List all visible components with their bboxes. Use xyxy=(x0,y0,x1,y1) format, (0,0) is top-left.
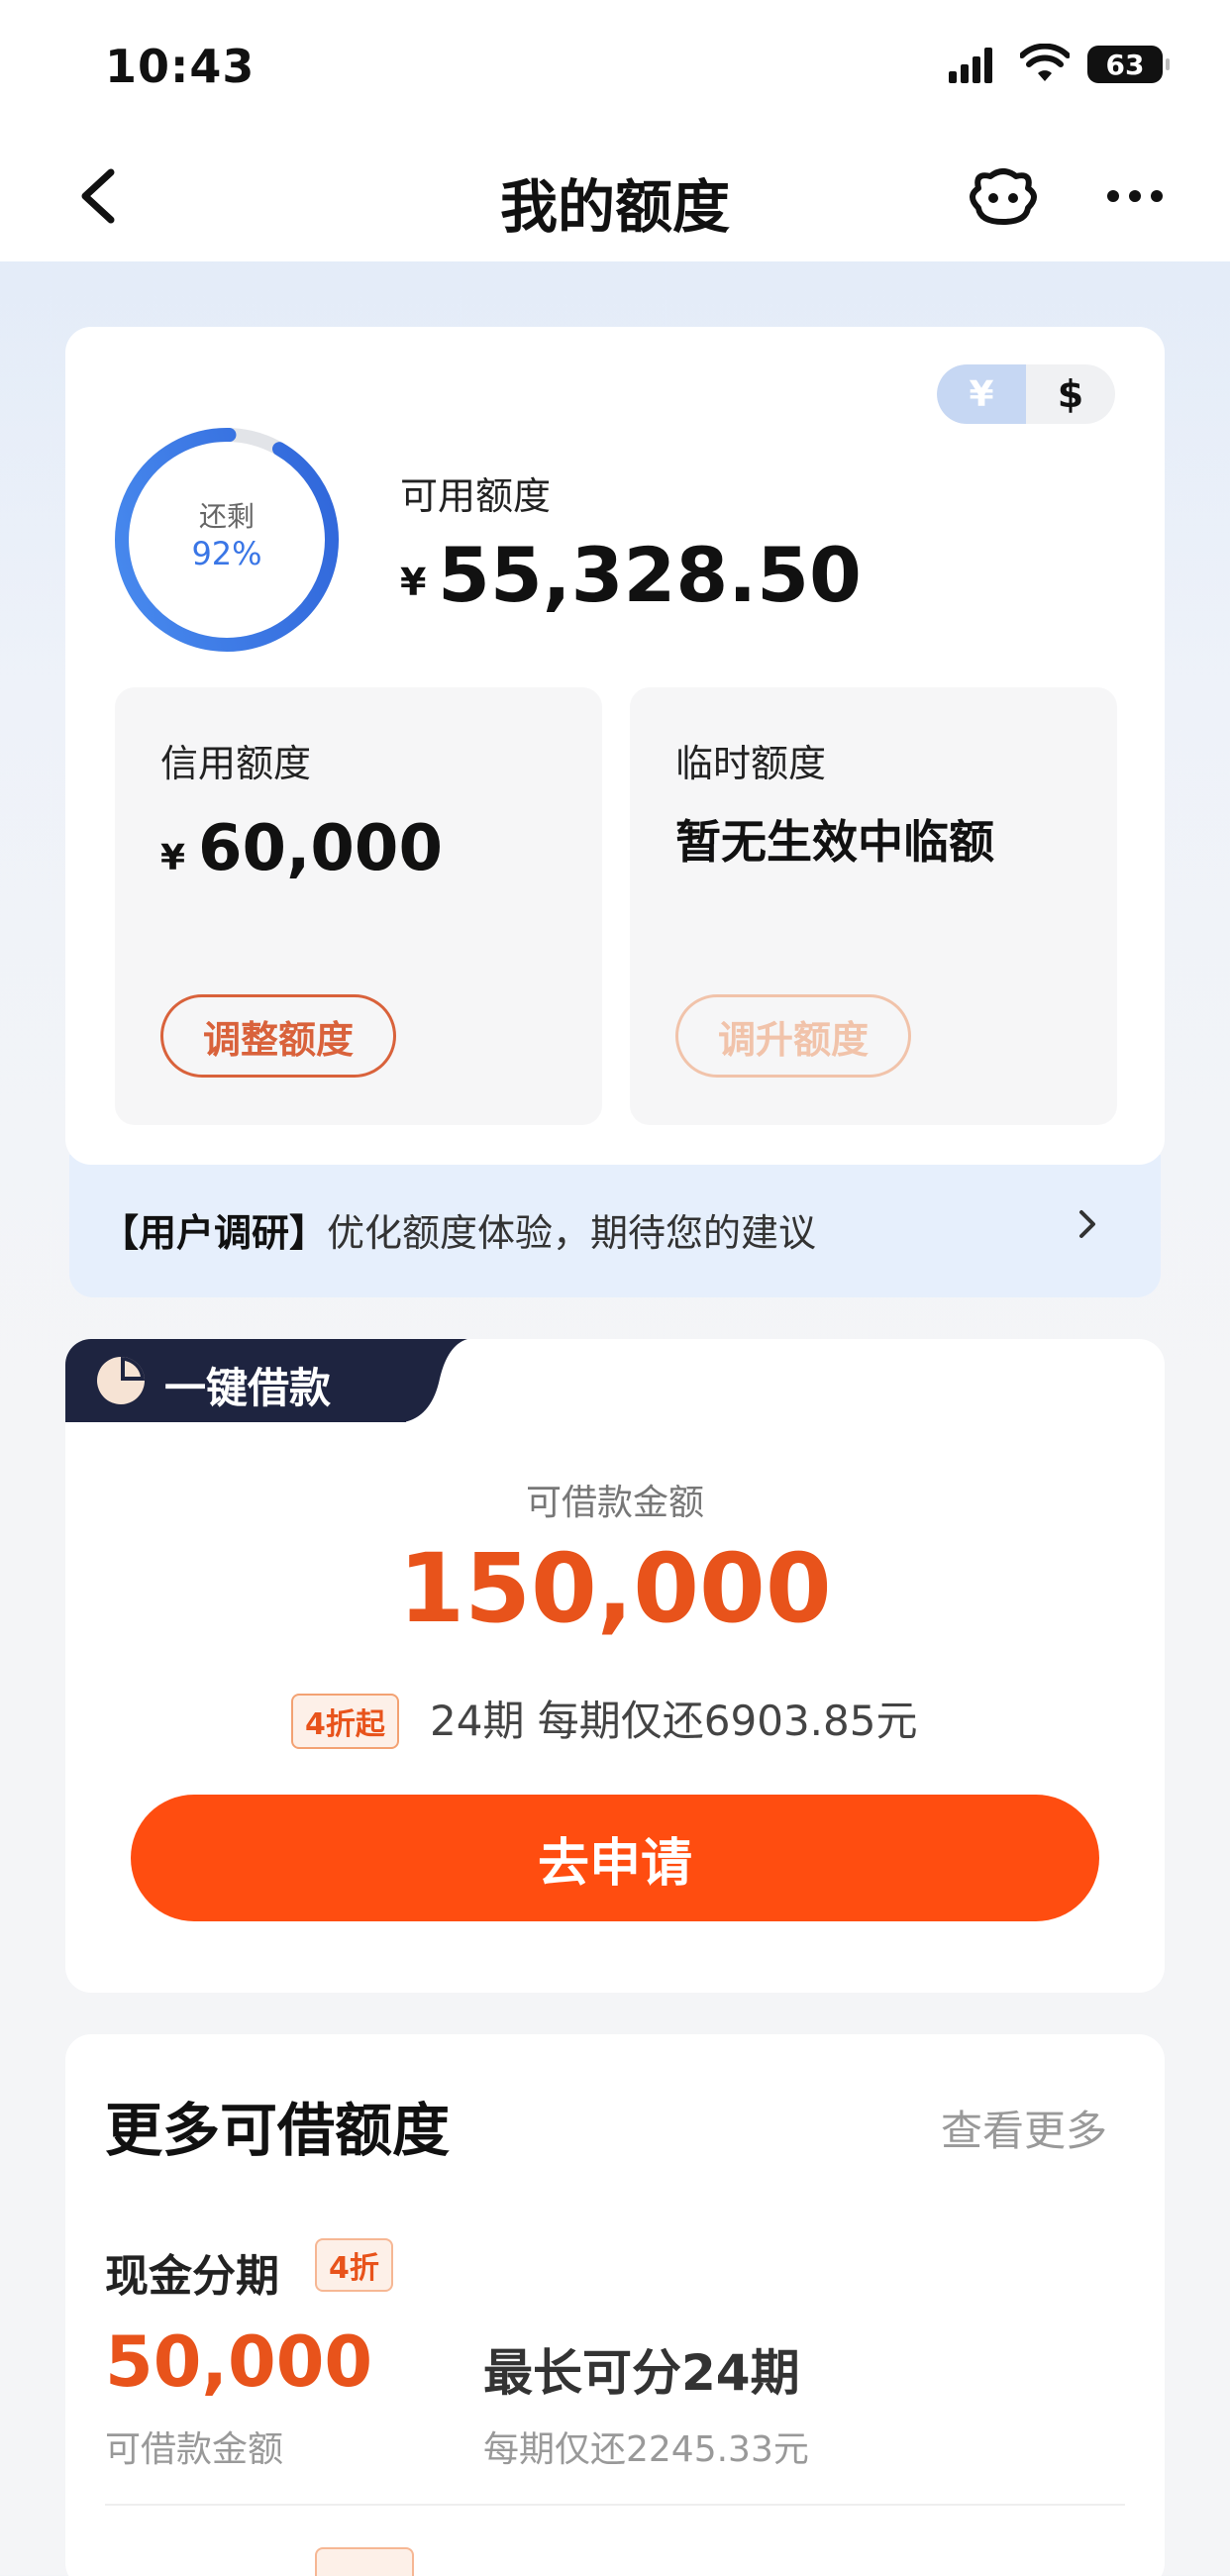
available-credit-label: 可用额度 xyxy=(400,474,552,518)
wifi-icon xyxy=(1020,44,1070,81)
available-credit-value: 55,328.50 xyxy=(438,531,862,619)
view-more-link[interactable]: 查看更多 xyxy=(941,2098,1107,2158)
product-discount-badge: 4折 xyxy=(315,2238,393,2292)
credit-summary-card: ¥ $ 还剩 92% 可用额度 ¥ 55,328.50 信用额度 ¥ 60,00… xyxy=(65,327,1165,1165)
survey-message: 优化额度体验，期待您的建议 xyxy=(327,1211,817,1255)
quick-loan-card: 一键借款 可借款金额 150,000 4折起 24期 每期仅还6903.85元 … xyxy=(65,1339,1165,1993)
survey-banner[interactable]: 【用户调研】优化额度体验，期待您的建议 xyxy=(69,1155,1161,1297)
loan-amount-label: 可借款金额 xyxy=(525,1483,704,1523)
loan-amount-value: 150,000 xyxy=(398,1533,832,1644)
temp-limit-status: 暂无生效中临额 xyxy=(675,815,994,869)
survey-text: 【用户调研】优化额度体验，期待您的建议 xyxy=(101,1202,816,1257)
tag-wedge xyxy=(388,1339,467,1422)
pie-chart-icon xyxy=(97,1357,145,1404)
discount-badge: 4折起 xyxy=(291,1694,399,1749)
apply-button[interactable]: 去申请 xyxy=(131,1795,1099,1921)
adjust-limit-button[interactable]: 调整额度 xyxy=(160,994,396,1078)
loan-terms: 24期 每期仅还6903.85元 xyxy=(430,1697,918,1745)
quick-loan-tag-label: 一键借款 xyxy=(164,1364,332,1412)
credit-limit-title: 信用额度 xyxy=(160,742,312,785)
page-title: 我的额度 xyxy=(499,173,730,241)
credit-limit-panel: 信用额度 ¥ 60,000 调整额度 xyxy=(115,687,602,1125)
quick-loan-tag: 一键借款 xyxy=(65,1339,406,1422)
more-icon[interactable] xyxy=(1105,188,1165,204)
credit-limit-value: 60,000 xyxy=(198,812,443,885)
credit-limit-currency: ¥ xyxy=(160,838,186,878)
temp-limit-title: 临时额度 xyxy=(675,742,827,785)
status-bar: 10:43 63 xyxy=(0,0,1230,131)
product-name: 现金分期 xyxy=(105,2251,279,2302)
available-currency: ¥ xyxy=(400,561,427,604)
chevron-right-icon xyxy=(1079,1210,1095,1238)
raise-limit-button[interactable]: 调升额度 xyxy=(675,994,911,1078)
survey-tag: 【用户调研】 xyxy=(101,1211,328,1255)
next-item-badge-peek xyxy=(315,2547,414,2576)
currency-toggle[interactable]: ¥ $ xyxy=(937,364,1115,424)
ring-percent: 92% xyxy=(191,535,262,572)
battery-indicator: 63 xyxy=(1087,46,1170,83)
assistant-robot-icon[interactable] xyxy=(965,166,1042,226)
currency-cny-option[interactable]: ¥ xyxy=(937,364,1026,424)
currency-usd-option[interactable]: $ xyxy=(1026,364,1115,424)
status-time: 10:43 xyxy=(105,40,256,93)
product-amount-label: 可借款金额 xyxy=(105,2429,284,2470)
more-credit-card: 更多可借额度 查看更多 现金分期 4折 50,000 可借款金额 最长可分24期… xyxy=(65,2034,1165,2576)
divider xyxy=(105,2504,1125,2506)
cellular-signal-icon xyxy=(949,48,992,83)
nav-bar: 我的额度 xyxy=(0,131,1230,261)
product-term: 最长可分24期 xyxy=(483,2344,800,2402)
product-payment: 每期仅还2245.33元 xyxy=(483,2429,809,2470)
ring-label: 还剩 xyxy=(198,500,255,533)
more-credit-title: 更多可借额度 xyxy=(105,2097,451,2164)
temp-limit-panel: 临时额度 暂无生效中临额 调升额度 xyxy=(630,687,1117,1125)
product-amount: 50,000 xyxy=(105,2321,373,2403)
